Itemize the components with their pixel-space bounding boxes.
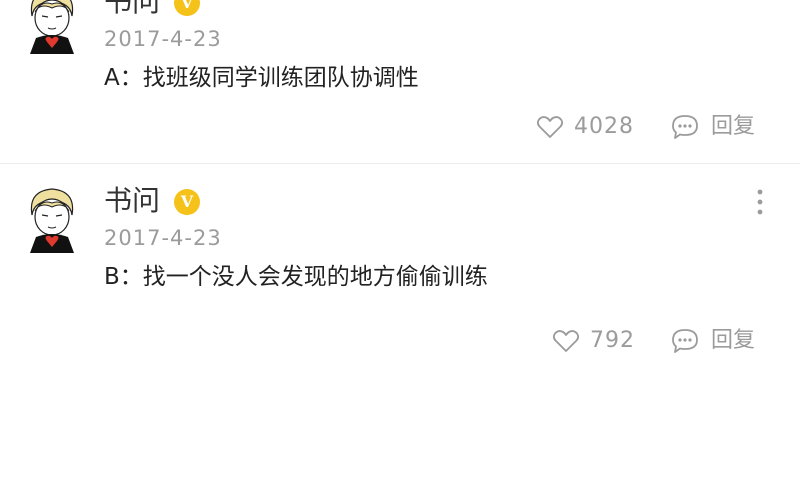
- comment-divider: [0, 163, 800, 164]
- comment-date: 2017-4-23: [104, 27, 222, 51]
- avatar[interactable]: [22, 181, 82, 253]
- avatar[interactable]: [22, 0, 82, 54]
- like-button[interactable]: 4028: [536, 112, 646, 142]
- comment-author[interactable]: 书问: [104, 183, 160, 219]
- comment-actions: 4028 回复: [0, 112, 800, 142]
- heart-outline-icon: [552, 330, 580, 352]
- like-count: 4028: [574, 114, 634, 139]
- like-button[interactable]: 792: [552, 326, 652, 356]
- comment-feed: 书问 V 2017-4-23 A：找班级同学训练团队协调性 4028 回复 书问…: [0, 0, 800, 500]
- comment-text: B：找一个没人会发现的地方偷偷训练: [104, 264, 488, 290]
- verified-badge-icon: V: [174, 189, 200, 215]
- verified-badge-icon: V: [174, 0, 200, 16]
- comment-actions: 792 回复: [0, 326, 800, 356]
- reply-label: 回复: [711, 328, 756, 353]
- comment-item: 书问 V 2017-4-23 A：找班级同学训练团队协调性 4028 回复: [0, 0, 800, 164]
- reply-label: 回复: [711, 114, 756, 139]
- reply-button[interactable]: 回复: [671, 112, 771, 142]
- reply-button[interactable]: 回复: [671, 326, 771, 356]
- heart-outline-icon: [536, 116, 564, 138]
- comment-author[interactable]: 书问: [104, 0, 160, 20]
- chat-bubble-icon: [672, 329, 698, 353]
- comment-item: 书问 V 2017-4-23 B：找一个没人会发现的地方偷偷训练 792 回复: [0, 165, 800, 365]
- like-count: 792: [590, 328, 635, 353]
- comment-text: A：找班级同学训练团队协调性: [104, 65, 419, 91]
- comment-date: 2017-4-23: [104, 226, 222, 250]
- chat-bubble-icon: [672, 115, 698, 139]
- vertical-ellipsis-icon[interactable]: [750, 187, 770, 217]
